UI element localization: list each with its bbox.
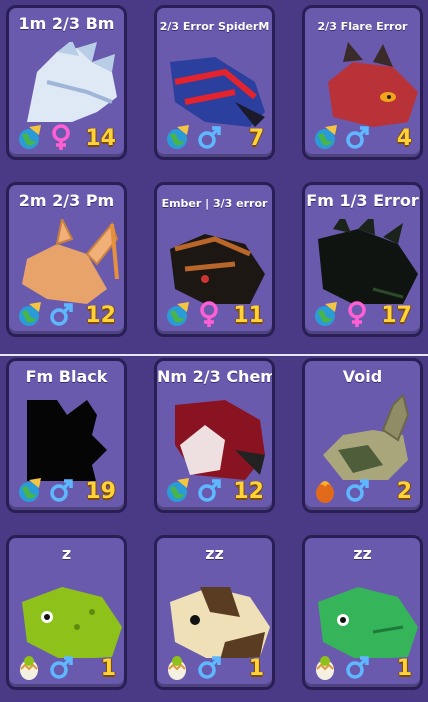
creature-name: z [61,544,72,563]
creature-count: 1 [248,656,264,681]
creature-name: 1m 2/3 Bm [18,14,115,33]
chem-dragon-image [165,395,270,481]
creature-count: 14 [85,126,116,151]
male-icon [197,653,221,681]
creature-count: 4 [396,126,412,151]
red-dragon-image [313,42,418,128]
world-icon [311,123,339,151]
creature-name: 2/3 Flare Error [317,20,408,33]
male-icon [49,476,73,504]
female-icon [49,123,73,151]
creature-card[interactable]: Fm 1/3 Error 17 [302,182,423,337]
female-icon [197,300,221,328]
fire-egg-icon [311,476,339,504]
male-icon [197,123,221,151]
white-dragon-image [17,42,122,128]
creature-count: 19 [85,479,116,504]
creature-count: 12 [85,303,116,328]
world-icon [163,123,191,151]
egg-icon [15,653,43,681]
creature-card[interactable]: 2/3 Error SpiderM 7 [154,5,275,160]
creature-card[interactable]: zz 1 [154,535,275,690]
world-icon [163,476,191,504]
pink-dragon-image [17,219,122,305]
green-dragon-image [313,572,418,658]
male-icon [49,300,73,328]
creature-count: 7 [248,126,264,151]
spider-dragon-image [165,42,270,128]
lime-dragon-image [17,572,122,658]
world-icon [311,300,339,328]
creature-name: 2/3 Error SpiderM [159,20,270,33]
male-icon [345,123,369,151]
creature-name: zz [205,544,224,563]
cream-dragon-image [165,572,270,658]
black-green-dragon-image [313,219,418,305]
world-icon [15,300,43,328]
creature-count: 17 [381,303,412,328]
creature-name: Void [342,367,383,386]
creature-card[interactable]: 2m 2/3 Pm 12 [6,182,127,337]
black-dragon-image [17,395,122,481]
creature-name: Fm 1/3 Error [306,191,419,210]
creature-count: 1 [396,656,412,681]
egg-icon [311,653,339,681]
creature-name: zz [353,544,372,563]
creature-card[interactable]: Fm Black 19 [6,358,127,513]
female-icon [345,300,369,328]
void-dragon-image [313,395,418,481]
ember-dragon-image [165,219,270,305]
creature-name: 2m 2/3 Pm [18,191,115,210]
male-icon [345,476,369,504]
male-icon [345,653,369,681]
world-icon [15,476,43,504]
creature-name: Ember | 3/3 error [161,197,268,210]
creature-count: 1 [100,656,116,681]
creature-card[interactable]: 2/3 Flare Error 4 [302,5,423,160]
creature-card[interactable]: Ember | 3/3 error 11 [154,182,275,337]
world-icon [163,300,191,328]
creature-card[interactable]: Void 2 [302,358,423,513]
creature-count: 2 [396,479,412,504]
creature-card[interactable]: z1 [6,535,127,690]
creature-count: 12 [233,479,264,504]
creature-card[interactable]: 1m 2/3 Bm 14 [6,5,127,160]
creature-card[interactable]: Nm 2/3 Chem 12 [154,358,275,513]
creature-name: Fm Black [25,367,108,386]
creature-card[interactable]: zz 1 [302,535,423,690]
world-icon [15,123,43,151]
creature-name: Nm 2/3 Chem [157,367,275,386]
egg-icon [163,653,191,681]
creature-count: 11 [233,303,264,328]
male-icon [197,476,221,504]
male-icon [49,653,73,681]
